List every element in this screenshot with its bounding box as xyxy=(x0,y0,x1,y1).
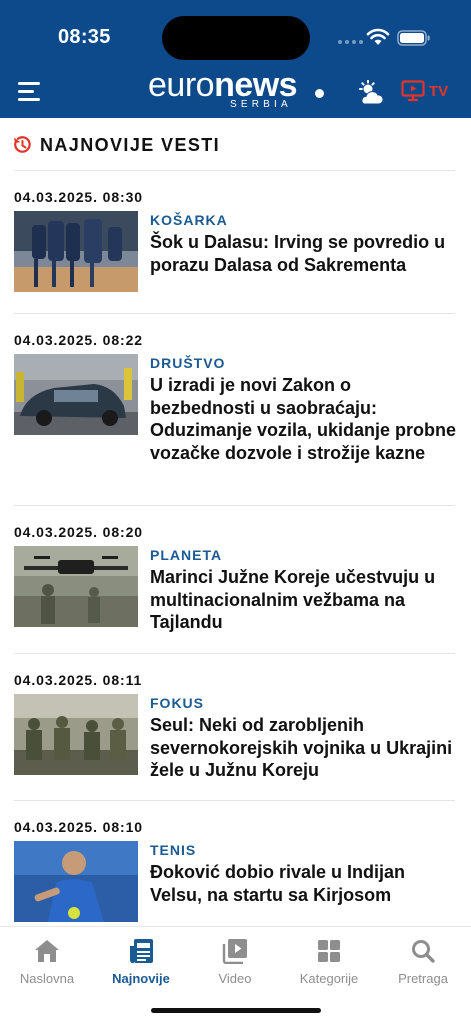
article-item[interactable]: 04.03.2025. 08:22 DRUŠTVO U izradi je no… xyxy=(0,332,471,497)
clock-refresh-icon xyxy=(14,136,31,153)
cellular-signal-icon xyxy=(338,40,363,44)
article-thumbnail[interactable] xyxy=(14,354,138,435)
article-date: 04.03.2025. 08:11 xyxy=(14,672,143,688)
divider xyxy=(14,653,455,654)
article-category[interactable]: PLANETA xyxy=(150,547,222,563)
nav-label: Video xyxy=(218,971,252,986)
article-date: 04.03.2025. 08:22 xyxy=(14,332,143,348)
status-time: 08:35 xyxy=(58,26,111,48)
nav-label: Pretraga xyxy=(398,971,448,986)
article-title[interactable]: Šok u Dalasu: Irving se povredio u poraz… xyxy=(150,231,460,276)
article-title[interactable]: Đoković dobio rivale u Indijan Velsu, na… xyxy=(150,861,460,906)
section-title: NAJNOVIJE VESTI xyxy=(12,132,220,158)
article-category[interactable]: DRUŠTVO xyxy=(150,355,225,371)
article-date: 04.03.2025. 08:30 xyxy=(14,189,143,205)
nav-item-naslovna[interactable]: Naslovna xyxy=(2,937,92,986)
article-thumbnail[interactable] xyxy=(14,546,138,627)
home-icon xyxy=(35,940,59,962)
nav-item-najnovije[interactable]: Najnovije xyxy=(96,937,186,986)
nav-item-video[interactable]: Video xyxy=(190,937,280,986)
tv-button[interactable]: TV xyxy=(401,80,448,102)
article-item[interactable]: 04.03.2025. 08:10 TENIS Đoković dobio ri… xyxy=(0,819,471,926)
grid-icon xyxy=(318,940,340,962)
divider xyxy=(14,170,455,171)
search-icon xyxy=(412,940,435,963)
home-indicator xyxy=(151,1008,321,1013)
logo-subtitle: SERBIA xyxy=(230,99,292,110)
article-item[interactable]: 04.03.2025. 08:30 KOŠARKA Šok u Dalasu: … xyxy=(0,189,471,299)
article-date: 04.03.2025. 08:10 xyxy=(14,819,143,835)
nav-item-pretraga[interactable]: Pretraga xyxy=(378,937,468,986)
article-thumbnail[interactable] xyxy=(14,841,138,922)
logo-text-euro: euro xyxy=(148,66,215,104)
logo-dot xyxy=(315,89,324,98)
newspaper-icon xyxy=(129,939,153,964)
dynamic-island xyxy=(162,16,310,60)
section-title-label: NAJNOVIJE VESTI xyxy=(40,134,221,155)
battery-icon xyxy=(397,30,430,46)
divider xyxy=(14,313,455,314)
article-item[interactable]: 04.03.2025. 08:11 FOKUS Seul: Neki od za… xyxy=(0,672,471,792)
wifi-icon xyxy=(366,28,390,45)
nav-label: Najnovije xyxy=(112,971,170,986)
article-title[interactable]: Seul: Neki od zarobljenih severnokorejsk… xyxy=(150,714,460,782)
tv-icon xyxy=(401,80,425,102)
article-category[interactable]: TENIS xyxy=(150,842,196,858)
nav-label: Kategorije xyxy=(299,971,359,986)
app-header: 08:35 euronews SERBIA TV xyxy=(0,0,471,118)
euronews-logo[interactable]: euronews SERBIA xyxy=(148,68,328,114)
divider xyxy=(14,800,455,801)
article-item[interactable]: 04.03.2025. 08:20 PLANETA Marinci Južne … xyxy=(0,524,471,644)
article-date: 04.03.2025. 08:20 xyxy=(14,524,143,540)
nav-label: Naslovna xyxy=(19,971,75,986)
menu-icon[interactable] xyxy=(18,82,44,102)
article-thumbnail[interactable] xyxy=(14,694,138,775)
nav-item-kategorije[interactable]: Kategorije xyxy=(284,937,374,986)
tv-label: TV xyxy=(429,82,449,100)
weather-icon[interactable] xyxy=(356,80,384,106)
article-category[interactable]: FOKUS xyxy=(150,695,204,711)
video-library-icon xyxy=(222,939,247,964)
article-title[interactable]: U izradi je novi Zakon o bezbednosti u s… xyxy=(150,374,460,464)
article-thumbnail[interactable] xyxy=(14,211,138,292)
article-title[interactable]: Marinci Južne Koreje učestvuju u multina… xyxy=(150,566,460,634)
article-category[interactable]: KOŠARKA xyxy=(150,212,228,228)
divider xyxy=(14,505,455,506)
